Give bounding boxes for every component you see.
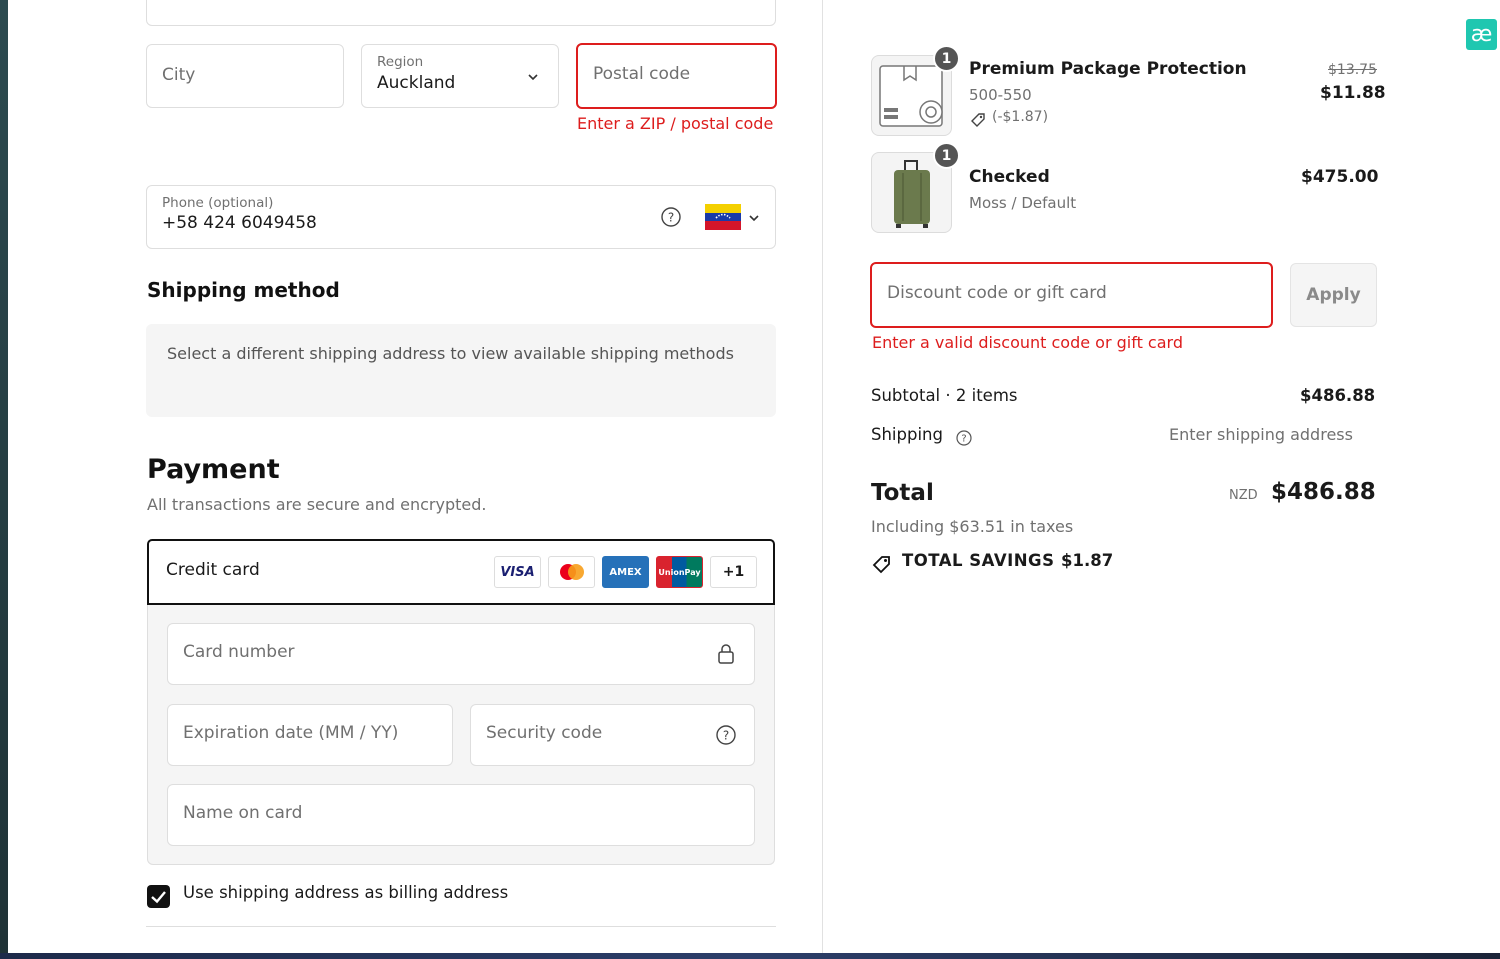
svg-text:?: ? — [961, 434, 966, 445]
amex-icon: AMEX — [602, 556, 649, 588]
chevron-down-icon — [528, 74, 538, 81]
name-on-card-field[interactable]: Name on card — [167, 784, 755, 846]
shipping-value: Enter shipping address — [1169, 425, 1353, 444]
unionpay-icon: UnionPay — [656, 556, 703, 588]
product-price: $11.88 — [1320, 83, 1386, 103]
more-brands-badge: +1 — [710, 556, 757, 588]
taxes-note: Including $63.51 in taxes — [871, 517, 1074, 536]
phone-value: +58 424 6049458 — [162, 213, 317, 233]
checkout-page: City Region Auckland Postal code Enter a… — [8, 0, 1500, 953]
product-variant: 500-550 — [969, 86, 1032, 104]
card-number-placeholder: Card number — [183, 642, 295, 662]
expiration-field[interactable]: Expiration date (MM / YY) — [167, 704, 453, 766]
credit-card-option[interactable]: Credit card VISA AMEX UnionPay +1 — [147, 539, 775, 605]
subtotal-label: Subtotal · 2 items — [871, 386, 1018, 405]
product-original-price: $13.75 — [1328, 62, 1377, 78]
apply-button[interactable]: Apply — [1290, 263, 1377, 327]
postal-placeholder: Postal code — [593, 64, 691, 84]
mastercard-icon — [548, 556, 595, 588]
card-number-field[interactable]: Card number — [167, 623, 755, 685]
discount-placeholder: Discount code or gift card — [887, 283, 1107, 303]
security-placeholder: Security code — [486, 723, 603, 743]
city-field[interactable]: City — [146, 44, 344, 108]
total-currency: NZD — [1229, 488, 1258, 503]
billing-checkbox-label[interactable]: Use shipping address as billing address — [183, 883, 508, 902]
phone-label: Phone (optional) — [162, 195, 274, 211]
section-divider — [146, 926, 776, 927]
payment-title: Payment — [147, 454, 280, 485]
savings-tag-icon — [872, 556, 890, 574]
window-left-edge — [0, 0, 8, 959]
shipping-label: Shipping — [871, 425, 943, 444]
chevron-down-icon[interactable] — [748, 213, 760, 223]
product-variant: Moss / Default — [969, 194, 1077, 212]
postal-code-field[interactable]: Postal code — [576, 43, 777, 109]
svg-text:?: ? — [723, 729, 729, 743]
product-discount: (-$1.87) — [992, 109, 1049, 125]
phone-field[interactable]: Phone (optional) +58 424 6049458 ? — [146, 185, 776, 249]
region-value: Auckland — [377, 73, 456, 93]
checkmark-icon — [151, 891, 166, 904]
name-placeholder: Name on card — [183, 803, 303, 823]
region-label: Region — [377, 54, 424, 70]
shipping-method-notice: Select a different shipping address to v… — [146, 324, 776, 417]
taskbar-strip — [0, 953, 1500, 959]
extension-badge[interactable]: æ — [1466, 19, 1497, 50]
city-placeholder: City — [162, 65, 196, 85]
column-divider — [822, 0, 823, 953]
security-code-field[interactable]: Security code ? — [470, 704, 755, 766]
help-icon[interactable]: ? — [660, 206, 682, 228]
quantity-badge: 1 — [933, 45, 960, 72]
expiration-placeholder: Expiration date (MM / YY) — [183, 723, 399, 743]
product-name: Checked — [969, 167, 1050, 187]
discount-error: Enter a valid discount code or gift card — [872, 333, 1183, 352]
subtotal-value: $486.88 — [1300, 386, 1376, 405]
discount-code-field[interactable]: Discount code or gift card — [870, 262, 1273, 328]
address-field-partial[interactable] — [146, 0, 776, 26]
visa-icon: VISA — [494, 556, 541, 588]
region-select[interactable]: Region Auckland — [361, 44, 559, 108]
total-value: $486.88 — [1271, 479, 1376, 505]
total-label: Total — [871, 480, 934, 506]
payment-subtitle: All transactions are secure and encrypte… — [147, 495, 487, 514]
savings-label: TOTAL SAVINGS — [902, 551, 1055, 570]
credit-card-label: Credit card — [166, 560, 260, 580]
tag-icon — [971, 113, 985, 127]
svg-text:?: ? — [668, 211, 674, 225]
product-price: $475.00 — [1301, 167, 1379, 187]
savings-value: $1.87 — [1061, 551, 1114, 570]
quantity-badge: 1 — [933, 142, 960, 169]
shipping-method-title: Shipping method — [147, 278, 340, 302]
product-name: Premium Package Protection — [969, 59, 1247, 79]
help-icon[interactable]: ? — [955, 429, 973, 447]
help-icon[interactable]: ? — [715, 724, 737, 746]
billing-address-checkbox[interactable] — [147, 885, 170, 908]
credit-card-form: Card number Expiration date (MM / YY) Se… — [147, 605, 775, 865]
lock-icon — [718, 644, 734, 664]
postal-error: Enter a ZIP / postal code — [577, 114, 774, 133]
venezuela-flag-icon[interactable] — [705, 204, 741, 230]
